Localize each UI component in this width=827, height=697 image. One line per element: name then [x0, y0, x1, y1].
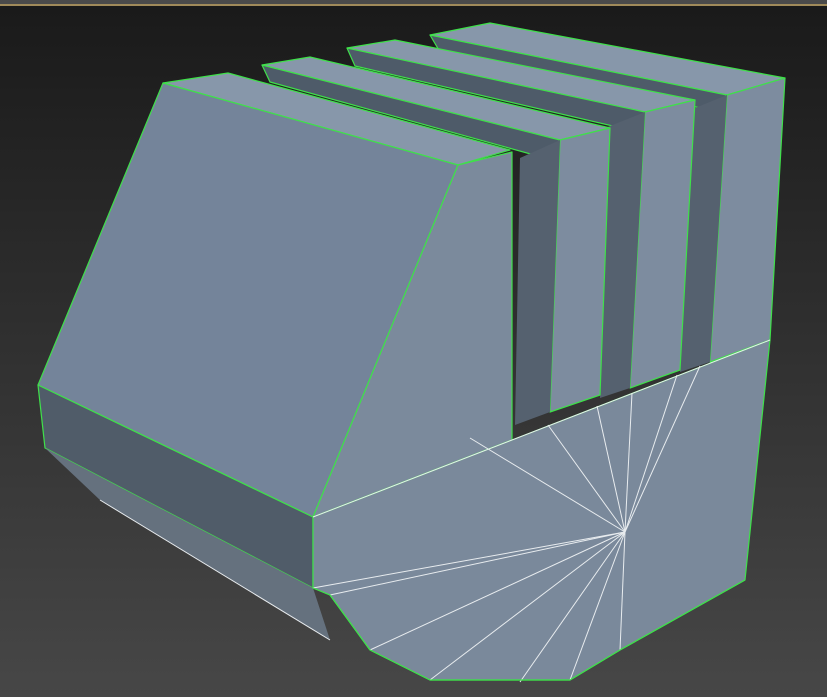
- 3d-viewport[interactable]: [0, 6, 827, 697]
- mesh-render: [0, 6, 827, 697]
